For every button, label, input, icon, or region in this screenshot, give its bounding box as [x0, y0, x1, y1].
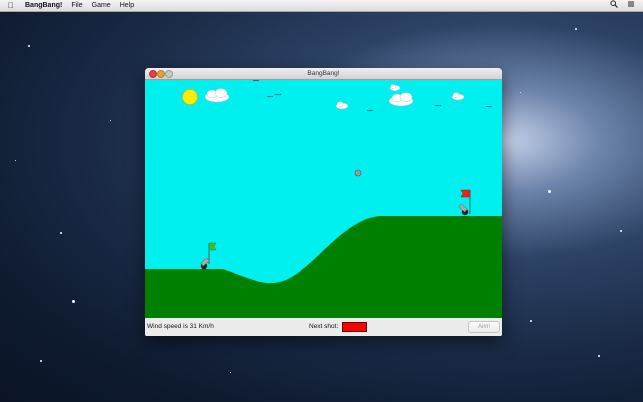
apple-logo-icon[interactable]: : [8, 0, 16, 11]
menu-bar:  BangBang! File Game Help: [0, 0, 643, 12]
game-canvas[interactable]: [145, 80, 502, 318]
cannonball: [354, 169, 362, 177]
next-shot-label: Next shot:: [309, 323, 339, 330]
minimize-button[interactable]: [157, 70, 165, 78]
list-icon[interactable]: [627, 0, 635, 11]
status-bar: Wind speed is 31 Km/h Next shot: Aim!: [145, 318, 502, 336]
title-bar[interactable]: BangBang!: [145, 68, 502, 80]
zoom-button[interactable]: [165, 70, 173, 78]
window-title: BangBang!: [307, 70, 340, 77]
close-button[interactable]: [149, 70, 157, 78]
menu-file[interactable]: File: [71, 0, 82, 11]
menu-app-name[interactable]: BangBang!: [25, 0, 62, 11]
next-shot-color-swatch: [342, 322, 367, 332]
menu-help[interactable]: Help: [120, 0, 134, 11]
search-icon[interactable]: [610, 0, 618, 11]
game-window: BangBang! Wind speed is 31 Km/h Next sho…: [145, 68, 502, 336]
menu-game[interactable]: Game: [92, 0, 111, 11]
wind-speed-label: Wind speed is 31 Km/h: [147, 323, 214, 330]
aim-button[interactable]: Aim!: [468, 321, 500, 333]
